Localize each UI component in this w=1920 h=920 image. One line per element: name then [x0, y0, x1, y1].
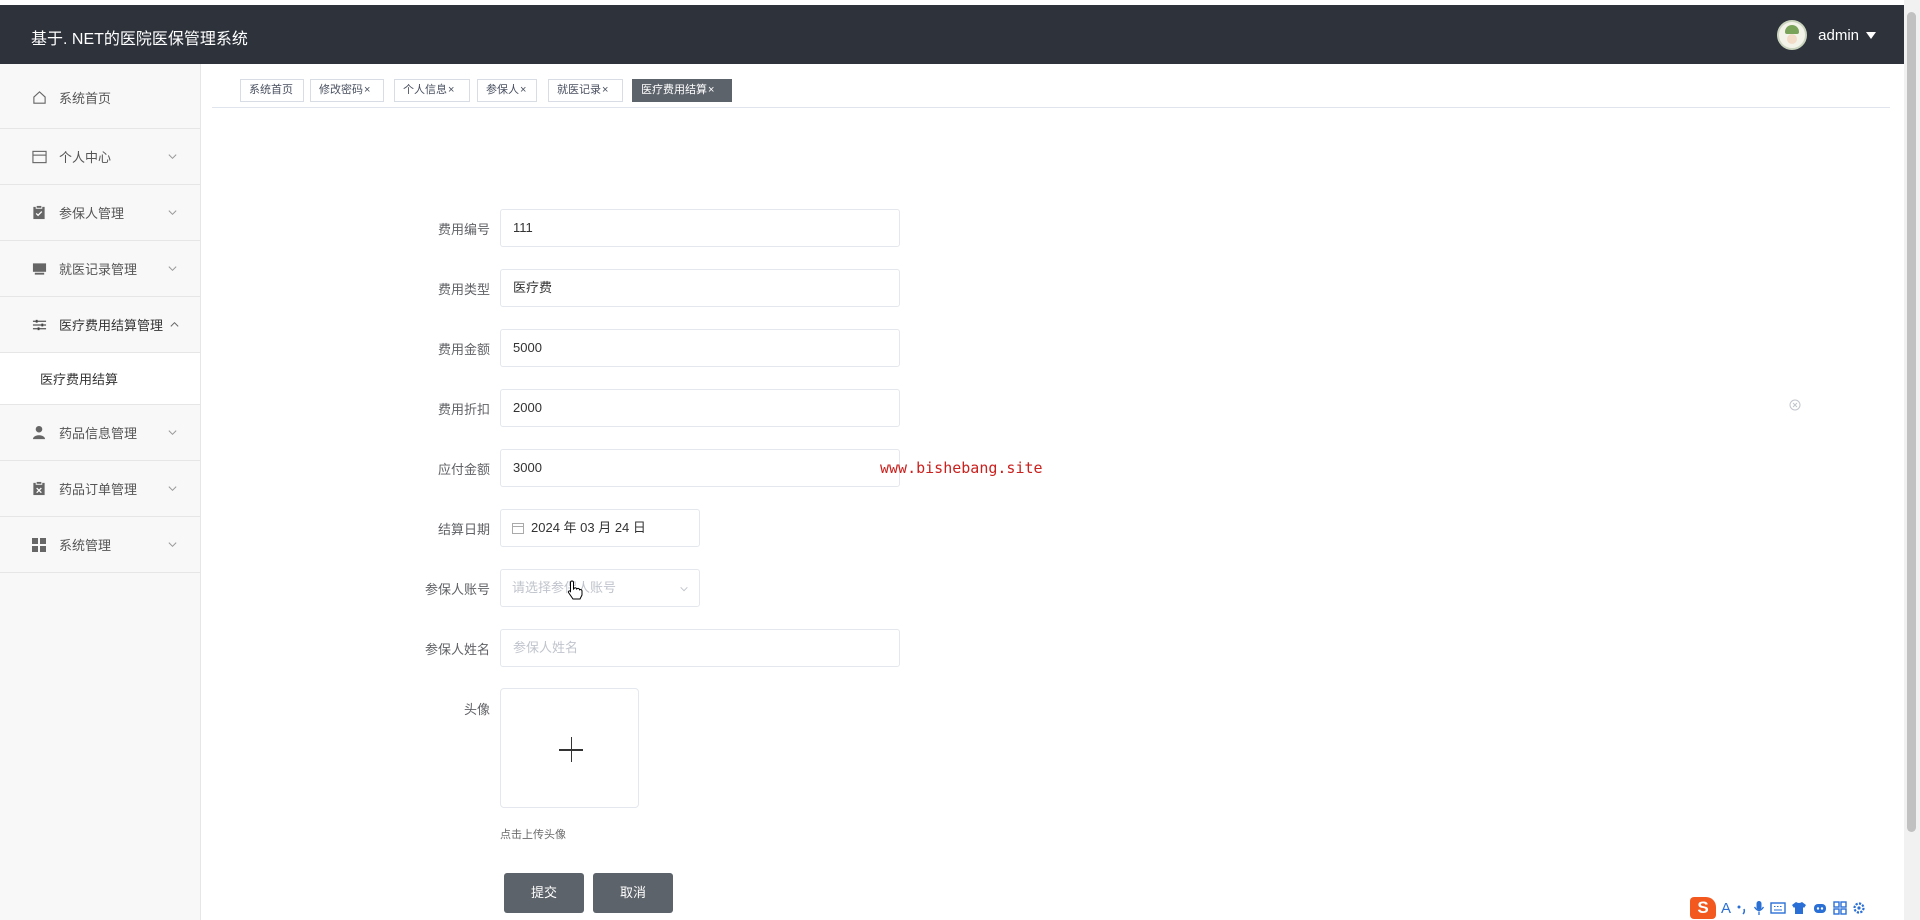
sidebar-item-label: 药品信息管理 [59, 426, 138, 441]
sidebar-item-label: 系统管理 [59, 538, 112, 553]
fee-amount-input[interactable]: 5000 [500, 329, 900, 367]
punctuation-icon[interactable] [1736, 900, 1748, 916]
tab-insured[interactable]: 参保人× [477, 79, 537, 102]
ime-mode-indicator[interactable]: A [1721, 900, 1731, 917]
tab-home[interactable]: 系统首页 [240, 79, 304, 102]
close-icon[interactable]: × [708, 84, 714, 96]
fee-discount-label: 费用折扣 [437, 402, 490, 417]
insured-name-label: 参保人姓名 [424, 642, 490, 657]
user-name[interactable]: admin [1818, 27, 1859, 44]
sidebar-item-medical-records[interactable]: 就医记录管理 [0, 241, 200, 297]
settlement-date-picker[interactable]: 2024 年 03 月 24 日 [500, 509, 700, 547]
robot-icon[interactable] [1812, 901, 1828, 915]
tab-medical-records[interactable]: 就医记录× [548, 79, 623, 102]
cancel-button[interactable]: 取消 [593, 873, 673, 913]
monitor-icon [31, 261, 47, 277]
circle-close-icon[interactable] [1789, 399, 1801, 411]
insured-name-input[interactable]: 参保人姓名 [500, 629, 900, 667]
settlement-date-value: 2024 年 03 月 24 日 [531, 520, 646, 535]
chevron-down-icon [168, 429, 177, 435]
user-menu[interactable]: admin [1777, 20, 1876, 50]
tab-change-password[interactable]: 修改密码× [310, 79, 384, 102]
calendar-icon [512, 523, 524, 534]
tab-label: 个人信息 [403, 84, 447, 96]
chevron-down-icon[interactable] [1866, 31, 1876, 39]
sidebar-item-label: 系统首页 [59, 90, 112, 106]
tab-fee-settlement[interactable]: 医疗费用结算× [632, 79, 732, 102]
close-icon[interactable]: × [364, 84, 370, 96]
fee-number-input[interactable]: 111 [500, 209, 900, 247]
keyboard-icon[interactable] [1770, 901, 1786, 915]
microphone-icon[interactable] [1753, 900, 1765, 916]
scrollbar-thumb[interactable] [1907, 12, 1916, 832]
tab-label: 参保人 [486, 84, 519, 96]
settlement-date-label: 结算日期 [437, 522, 490, 537]
avatar-upload[interactable] [500, 688, 639, 808]
chevron-up-icon [170, 321, 179, 327]
sidebar-item-label: 个人中心 [59, 150, 112, 165]
toolbox-grid-icon[interactable] [1833, 901, 1847, 915]
sidebar-item-label: 医疗费用结算管理 [59, 318, 164, 333]
ime-toolbar: S A [1690, 896, 1866, 920]
top-header: 基于. NET的医院医保管理系统 admin [0, 5, 1904, 64]
card-icon [31, 149, 47, 165]
sliders-icon [31, 317, 47, 333]
sidebar-subitem-fee-settlement[interactable]: 医疗费用结算 [0, 353, 200, 405]
sidebar-item-drug-orders[interactable]: 药品订单管理 [0, 461, 200, 517]
sidebar-item-fee-settlement[interactable]: 医疗费用结算管理 [0, 297, 200, 353]
payable-amount-label: 应付金额 [437, 462, 490, 477]
chevron-down-icon [168, 153, 177, 159]
home-icon [31, 89, 47, 105]
sidebar-item-system-management[interactable]: 系统管理 [0, 517, 200, 573]
watermark-text: www.bishebang.site [880, 459, 1043, 477]
close-icon[interactable]: × [520, 84, 526, 96]
tab-label: 就医记录 [557, 84, 601, 96]
sidebar-item-label: 参保人管理 [59, 206, 125, 221]
insured-account-label: 参保人账号 [424, 582, 490, 597]
close-icon[interactable]: × [448, 84, 454, 96]
chevron-down-icon [168, 209, 177, 215]
insured-account-select[interactable]: 请选择参保人账号 [500, 569, 700, 607]
chevron-down-icon [168, 265, 177, 271]
user-icon [31, 425, 47, 441]
sidebar-item-insured-management[interactable]: 参保人管理 [0, 185, 200, 241]
upload-tip: 点击上传头像 [500, 829, 566, 841]
clipboard-icon [31, 205, 47, 221]
settings-icon[interactable] [1852, 901, 1866, 915]
sidebar-item-personal-center[interactable]: 个人中心 [0, 129, 200, 185]
chevron-down-icon [680, 586, 688, 592]
chevron-down-icon [168, 541, 177, 547]
tab-personal-info[interactable]: 个人信息× [394, 79, 470, 102]
fee-type-label: 费用类型 [437, 282, 490, 297]
payable-amount-input[interactable]: 3000 [500, 449, 900, 487]
chevron-down-icon [168, 485, 177, 491]
close-icon[interactable]: × [602, 84, 608, 96]
fee-amount-label: 费用金额 [437, 342, 490, 357]
sidebar-item-home[interactable]: 系统首页 [0, 66, 200, 129]
avatar[interactable] [1777, 20, 1808, 50]
fee-discount-input[interactable]: 2000 [500, 389, 900, 427]
page-scrollbar[interactable] [1904, 0, 1920, 920]
sogou-ime-logo[interactable]: S [1690, 897, 1716, 919]
sidebar-item-label: 就医记录管理 [59, 262, 138, 277]
fee-number-label: 费用编号 [437, 222, 490, 237]
avatar-label: 头像 [463, 702, 490, 717]
tab-label: 医疗费用结算 [641, 84, 707, 96]
tags-view: 系统首页 修改密码× 个人信息× 参保人× 就医记录× 医疗费用结算× [212, 76, 1890, 108]
insured-account-placeholder: 请选择参保人账号 [512, 580, 617, 595]
tab-label: 修改密码 [319, 84, 363, 96]
submit-button[interactable]: 提交 [504, 873, 584, 913]
sidebar-item-label: 药品订单管理 [59, 482, 138, 497]
grid-icon [31, 537, 47, 553]
hand-cursor-icon [567, 580, 583, 600]
sidebar-item-drug-info[interactable]: 药品信息管理 [0, 405, 200, 461]
sidebar: 系统首页 个人中心 参保人管理 就医记录管理 医疗费用结算管理 医疗费用结算 药… [0, 64, 201, 920]
fee-type-input[interactable]: 医疗费 [500, 269, 900, 307]
skin-icon[interactable] [1791, 901, 1807, 915]
tab-label: 系统首页 [249, 84, 293, 96]
clipboard-x-icon [31, 481, 47, 497]
app-title: 基于. NET的医院医保管理系统 [31, 31, 248, 48]
